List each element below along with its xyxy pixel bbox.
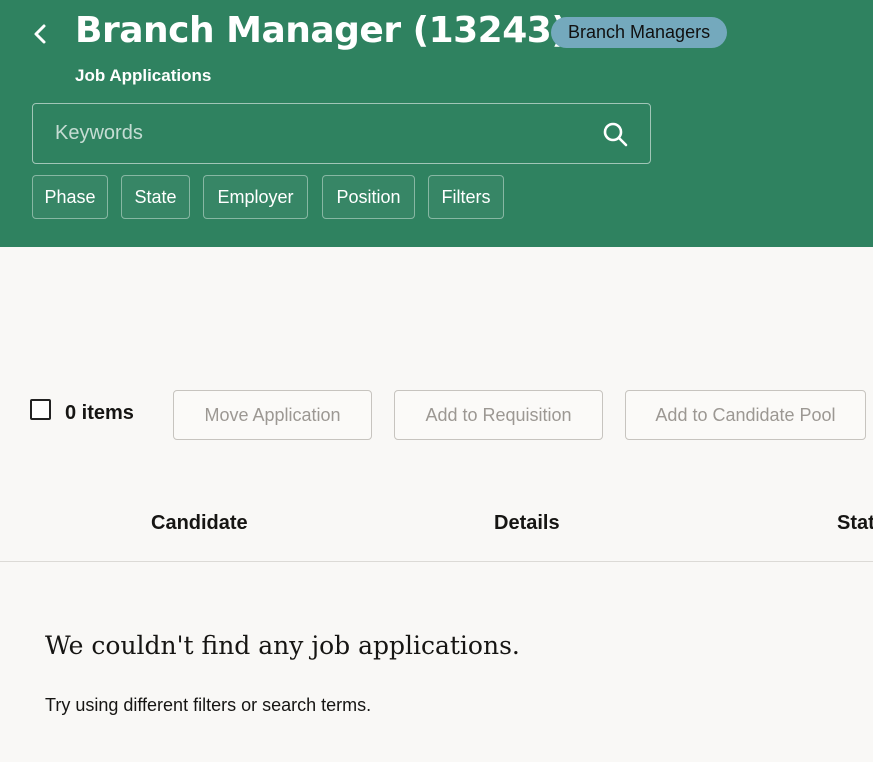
table-header-divider (0, 561, 873, 562)
filter-phase-button[interactable]: Phase (32, 175, 108, 219)
category-badge: Branch Managers (551, 17, 728, 48)
chevron-left-icon (34, 24, 46, 44)
search-input[interactable] (33, 104, 593, 163)
page-title: Branch Manager (13243) (75, 10, 568, 51)
empty-state-title: We couldn't find any job applications. (45, 631, 520, 660)
back-button[interactable] (28, 20, 52, 48)
column-header-candidate[interactable]: Candidate (151, 512, 248, 535)
search-box[interactable] (32, 103, 651, 164)
select-all-checkbox[interactable] (30, 399, 51, 420)
add-to-candidate-pool-button[interactable]: Add to Candidate Pool (625, 390, 866, 440)
filter-position-button[interactable]: Position (322, 175, 415, 219)
filter-more-button[interactable]: Filters (428, 175, 504, 219)
search-icon[interactable] (602, 121, 628, 147)
page-subtitle: Job Applications (75, 66, 212, 85)
filter-employer-button[interactable]: Employer (203, 175, 308, 219)
move-application-button[interactable]: Move Application (173, 390, 372, 440)
empty-state-message: Try using different filters or search te… (45, 695, 372, 715)
add-to-requisition-button[interactable]: Add to Requisition (394, 390, 603, 440)
column-header-status[interactable]: Status (837, 512, 873, 535)
page-header: Branch Manager (13243) Branch Managers J… (0, 0, 873, 247)
filter-state-button[interactable]: State (121, 175, 190, 219)
column-header-details[interactable]: Details (494, 512, 560, 535)
items-count: 0 items (65, 402, 134, 424)
